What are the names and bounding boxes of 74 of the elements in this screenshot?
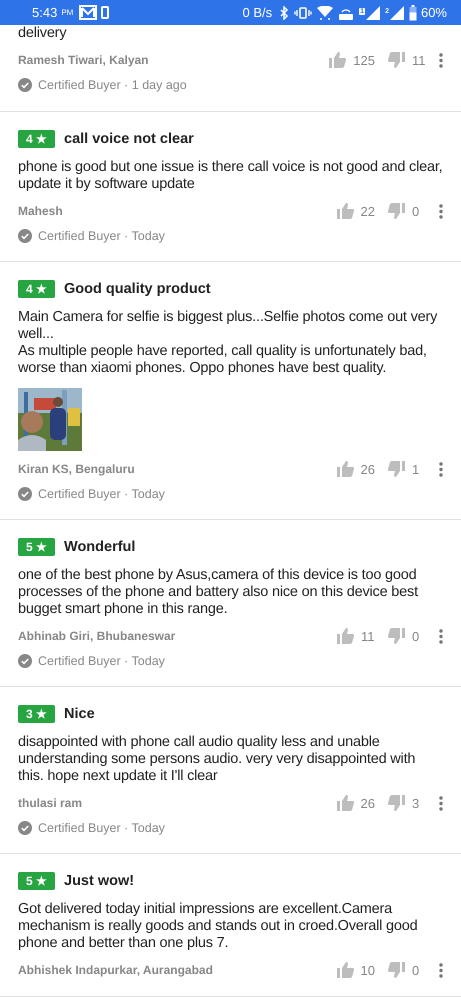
thumbs-up-icon[interactable] bbox=[336, 962, 354, 978]
rating-badge: 4 ★ bbox=[18, 130, 56, 148]
dislike-count: 0 bbox=[412, 962, 420, 978]
dislike-count: 0 bbox=[412, 204, 420, 218]
rating-badge: 5 ★ bbox=[18, 872, 56, 890]
certified-buyer-label: Certified Buyer · Today bbox=[38, 229, 165, 243]
more-icon[interactable] bbox=[439, 628, 443, 644]
thumbs-down-icon[interactable] bbox=[388, 203, 405, 219]
check-circle-icon bbox=[18, 78, 32, 92]
rating-badge: 4 ★ bbox=[18, 280, 56, 298]
clock-period: PM bbox=[61, 8, 74, 17]
dislike-count: 0 bbox=[412, 628, 420, 644]
thumbs-up-icon[interactable] bbox=[336, 795, 354, 811]
review-text: Main Camera for selfie is biggest plus...Selfie photos come out very well... As multiple people have reported, call quality is unfortunately bad, worse than xiaomi phones. Oppo phones have best quality. bbox=[18, 309, 438, 377]
reviewer-name: Ramesh Tiwari, Kalyan bbox=[18, 53, 148, 67]
rating-badge: 3 ★ bbox=[18, 705, 56, 723]
reviewer-name: Abhinab Giri, Bhubaneswar bbox=[18, 629, 176, 643]
like-count: 10 bbox=[360, 962, 375, 978]
more-icon[interactable] bbox=[439, 962, 443, 978]
battery-icon bbox=[408, 4, 417, 20]
thumbs-down-icon[interactable] bbox=[388, 795, 405, 811]
reviewer-name: thulasi ram bbox=[18, 796, 82, 810]
like-count: 26 bbox=[360, 462, 375, 476]
signal-icon bbox=[390, 6, 404, 20]
dislike-count: 3 bbox=[412, 796, 420, 810]
thumbs-down-icon[interactable] bbox=[388, 962, 405, 978]
thumbs-up-icon[interactable] bbox=[336, 203, 354, 219]
dislike-count: 11 bbox=[412, 52, 426, 68]
check-circle-icon bbox=[18, 821, 32, 835]
battery-percent: 60% bbox=[420, 5, 447, 20]
certified-buyer-label: Certified Buyer · 1 day ago bbox=[38, 78, 187, 92]
review-text: disappointed with phone call audio quality less and unable understanding some persons audio. very very disappointed with this. hope next update it I'll clear bbox=[18, 734, 416, 785]
like-count: 22 bbox=[360, 204, 375, 218]
like-count: 26 bbox=[360, 796, 375, 810]
thumbs-down-icon[interactable] bbox=[388, 461, 405, 477]
like-count: 125 bbox=[353, 52, 375, 68]
thumbs-up-icon[interactable] bbox=[329, 52, 346, 68]
bluetooth-icon bbox=[280, 6, 290, 20]
review-text: one of the best phone by Asus,camera of this device is too good processes of the phone and battery also nice on this device best bugget smart phone in this range. bbox=[18, 567, 419, 618]
more-icon[interactable] bbox=[439, 52, 443, 68]
dislike-count: 1 bbox=[412, 462, 420, 476]
more-icon[interactable] bbox=[439, 796, 443, 810]
thumbs-down-icon[interactable] bbox=[388, 628, 405, 644]
check-circle-icon bbox=[18, 654, 32, 668]
thumbs-up-icon[interactable] bbox=[336, 461, 354, 477]
more-icon[interactable] bbox=[439, 204, 443, 218]
review-title: Wonderful bbox=[64, 539, 136, 555]
review-text: phone is good but one issue is there call voice is not good and clear, update it by software update bbox=[18, 159, 443, 193]
wifi-icon bbox=[317, 6, 334, 20]
thumbs-down-icon[interactable] bbox=[388, 52, 405, 68]
reviewer-name: Mahesh bbox=[18, 204, 63, 218]
certified-buyer-label: Certified Buyer · Today bbox=[38, 487, 165, 501]
review-title: call voice not clear bbox=[64, 131, 194, 147]
review-title: Just wow! bbox=[64, 873, 134, 889]
more-icon[interactable] bbox=[439, 462, 443, 476]
review-text: Got delivered today initial impressions are excellent.Camera mechanism is really goods and stands out in croed.Overall good phone and better than one plus 7. bbox=[18, 901, 418, 952]
phone-icon bbox=[101, 6, 110, 19]
certified-buyer-label: Certified Buyer · Today bbox=[38, 821, 165, 835]
check-circle-icon bbox=[18, 229, 32, 243]
reviewer-name: Kiran KS, Bengaluru bbox=[18, 462, 135, 476]
signal-icon bbox=[366, 6, 380, 20]
review-title: Nice bbox=[64, 706, 95, 722]
vibrate-icon bbox=[294, 6, 312, 18]
review-text: delivery bbox=[18, 25, 68, 42]
rating-badge: 5 ★ bbox=[18, 538, 56, 556]
check-circle-icon bbox=[18, 487, 32, 501]
thumbs-up-icon[interactable] bbox=[337, 628, 354, 644]
certified-buyer-label: Certified Buyer · Today bbox=[38, 654, 165, 668]
like-count: 11 bbox=[361, 628, 375, 644]
clock: 5:43 bbox=[32, 5, 58, 20]
reviewer-name: Abhishek Indapurkar, Aurangabad bbox=[18, 963, 213, 977]
mail-icon bbox=[79, 5, 98, 20]
network-speed: 0 B/s bbox=[242, 5, 272, 20]
review-title: Good quality product bbox=[64, 281, 211, 297]
